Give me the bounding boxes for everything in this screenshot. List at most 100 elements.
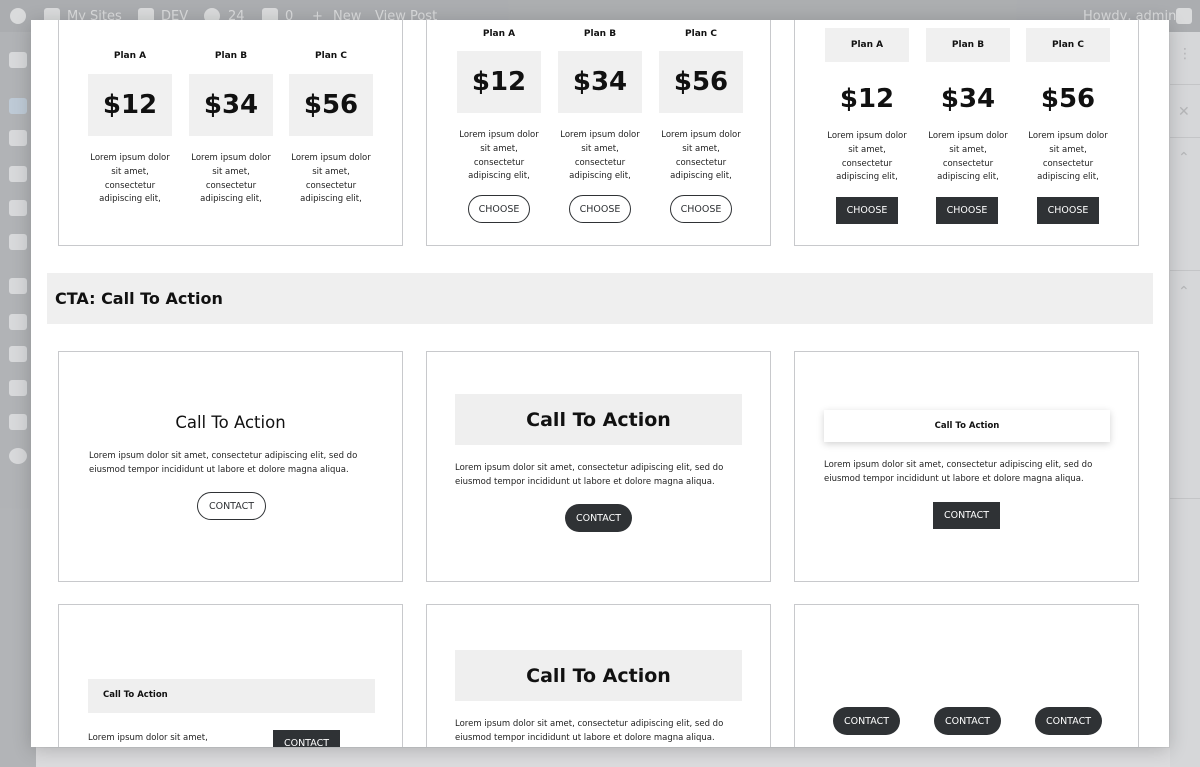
pricing-column: Plan C $56 Lorem ipsum dolor sit amet, c… <box>1026 28 1110 185</box>
plan-name: Plan C <box>1052 40 1084 50</box>
plan-description: Lorem ipsum dolor sit amet, consectetur … <box>291 153 371 205</box>
plan-name: Plan B <box>583 29 617 39</box>
contact-button[interactable]: CONTACT <box>273 730 340 747</box>
close-icon[interactable]: ✕ <box>1178 104 1190 120</box>
pricing-column: Plan A $12 Lorem ipsum dolor sit amet, c… <box>88 51 172 207</box>
cta-pattern-card[interactable]: Call To Action Lorem ipsum dolor sit ame… <box>58 604 403 747</box>
price-box: $56 <box>289 74 373 136</box>
tools-icon[interactable] <box>9 380 27 396</box>
cta-title: Call To Action <box>824 410 1110 442</box>
pages-icon[interactable] <box>9 166 27 182</box>
pricing-column: Plan B $34 Lorem ipsum dolor sit amet, c… <box>189 51 273 207</box>
pricing-pattern-card[interactable]: Plan A $12 Lorem ipsum dolor sit amet, c… <box>794 20 1139 246</box>
cta-pattern-card[interactable]: Call To Action Lorem ipsum dolor sit ame… <box>426 604 771 747</box>
plan-name-box: Plan A <box>825 28 909 62</box>
plan-name: Plan B <box>951 40 985 50</box>
plan-name: Plan A <box>113 51 147 61</box>
plan-name: Plan A <box>850 40 884 50</box>
cta-body-line: eiusmod tempor incididunt ut labore et d… <box>89 465 349 475</box>
plan-description: Lorem ipsum dolor sit amet, consectetur … <box>560 130 640 182</box>
pricing-column: Plan B $34 Lorem ipsum dolor sit amet, c… <box>926 28 1010 185</box>
chevron-up-icon[interactable]: ⌃ <box>1178 284 1190 300</box>
plan-description: Lorem ipsum dolor sit amet, consectetur … <box>1028 131 1108 183</box>
plan-description: Lorem ipsum dolor sit amet, consectetur … <box>191 153 271 205</box>
plan-name-box: Plan B <box>926 28 1010 62</box>
contact-button[interactable]: CONTACT <box>197 492 266 520</box>
pricing-column: Plan B $34 Lorem ipsum dolor sit amet, c… <box>558 29 642 184</box>
price: $12 <box>102 90 158 120</box>
more-options-icon[interactable]: ⋮ <box>1178 46 1192 62</box>
choose-button[interactable]: CHOOSE <box>468 195 530 223</box>
cta-body-line: Lorem ipsum dolor sit amet, <box>88 733 208 743</box>
price: $56 <box>303 90 359 120</box>
avatar[interactable] <box>1176 8 1192 24</box>
users-icon[interactable] <box>9 346 27 362</box>
wordpress-logo-icon[interactable] <box>10 8 26 24</box>
plan-description: Lorem ipsum dolor sit amet, consectetur … <box>928 131 1008 183</box>
cta-body-line: eiusmod tempor incididunt ut labore et d… <box>455 733 715 743</box>
plan-description: Lorem ipsum dolor sit amet, consectetur … <box>661 130 741 182</box>
price-box: $56 <box>659 51 743 113</box>
plan-description: Lorem ipsum dolor sit amet, consectetur … <box>459 130 539 182</box>
section-header: CTA: Call To Action <box>47 273 1153 324</box>
price: $56 <box>1040 84 1096 114</box>
price: $12 <box>839 84 895 114</box>
cta-body-line: eiusmod tempor incididunt ut labore et d… <box>455 477 715 487</box>
cta-pattern-card[interactable]: Call To Action Lorem ipsum dolor sit ame… <box>58 351 403 582</box>
cta-body-line: Lorem ipsum dolor sit amet, consectetur … <box>455 463 724 473</box>
choose-button[interactable]: CHOOSE <box>670 195 732 223</box>
cta-title-band: Call To Action <box>88 679 375 713</box>
pricing-pattern-card[interactable]: Plan A $12 Lorem ipsum dolor sit amet, c… <box>426 20 771 246</box>
pricing-column: Plan A $12 Lorem ipsum dolor sit amet, c… <box>457 29 541 184</box>
cta-body-line: Lorem ipsum dolor sit amet, consectetur … <box>89 451 358 461</box>
pattern-library-modal: Plan A $12 Lorem ipsum dolor sit amet, c… <box>31 20 1169 747</box>
choose-button[interactable]: CHOOSE <box>569 195 631 223</box>
mail-icon[interactable] <box>9 234 27 250</box>
editor-footer <box>36 748 1170 767</box>
pricing-pattern-card[interactable]: Plan A $12 Lorem ipsum dolor sit amet, c… <box>58 20 403 246</box>
cta-title: Call To Action <box>103 690 168 700</box>
choose-button[interactable]: CHOOSE <box>936 197 998 224</box>
cta-pattern-card[interactable]: Call To Action Lorem ipsum dolor sit ame… <box>794 351 1139 582</box>
contact-button[interactable]: CONTACT <box>833 707 900 735</box>
section-title: CTA: Call To Action <box>55 289 223 308</box>
choose-button[interactable]: CHOOSE <box>1037 197 1099 224</box>
contact-button[interactable]: CONTACT <box>1035 707 1102 735</box>
cta-body-line: Lorem ipsum dolor sit amet, consectetur … <box>824 460 1093 470</box>
price: $34 <box>203 90 259 120</box>
contact-button[interactable]: CONTACT <box>565 504 632 532</box>
plan-description: Lorem ipsum dolor sit amet, consectetur … <box>90 153 170 205</box>
price: $56 <box>673 67 729 97</box>
dashboard-icon[interactable] <box>9 52 27 68</box>
plugins-icon[interactable] <box>9 314 27 330</box>
cta-title: Call To Action <box>175 413 286 432</box>
contact-button[interactable]: CONTACT <box>934 707 1001 735</box>
price-box: $12 <box>88 74 172 136</box>
plan-name: Plan A <box>482 29 516 39</box>
editor-sidebar: ⋮ ✕ ⌃ ⌃ <box>1170 32 1200 767</box>
play-icon[interactable] <box>9 448 27 464</box>
settings-icon[interactable] <box>9 414 27 430</box>
pricing-column: Plan C $56 Lorem ipsum dolor sit amet, c… <box>659 29 743 184</box>
plan-name-box: Plan C <box>1026 28 1110 62</box>
plan-name: Plan B <box>214 51 248 61</box>
comments-menu-icon[interactable] <box>9 200 27 216</box>
contact-button[interactable]: CONTACT <box>933 502 1000 529</box>
price-box: $34 <box>189 74 273 136</box>
cta-body-line: Lorem ipsum dolor sit amet, consectetur … <box>455 719 724 729</box>
cta-pattern-card[interactable]: Call To Action Lorem ipsum dolor sit ame… <box>426 351 771 582</box>
cta-title: Call To Action <box>455 394 742 445</box>
plan-name: Plan C <box>315 51 347 61</box>
posts-icon[interactable] <box>9 98 27 114</box>
price-box: $12 <box>457 51 541 113</box>
plan-name: Plan C <box>685 29 717 39</box>
cta-pattern-card[interactable]: CONTACT CONTACT CONTACT <box>794 604 1139 747</box>
price: $12 <box>471 67 527 97</box>
plan-description: Lorem ipsum dolor sit amet, consectetur … <box>827 131 907 183</box>
chevron-up-icon[interactable]: ⌃ <box>1178 150 1190 166</box>
pricing-column: Plan A $12 Lorem ipsum dolor sit amet, c… <box>825 28 909 185</box>
appearance-icon[interactable] <box>9 278 27 294</box>
cta-title: Call To Action <box>455 650 742 701</box>
choose-button[interactable]: CHOOSE <box>836 197 898 224</box>
media-icon[interactable] <box>9 130 27 146</box>
